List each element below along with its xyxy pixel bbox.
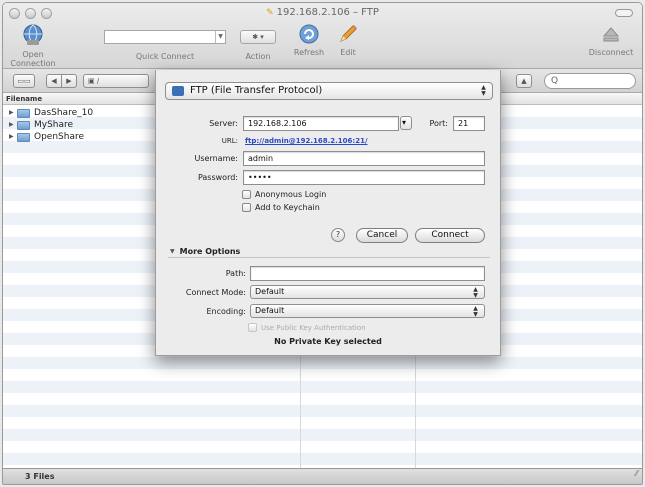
- folder-icon: [17, 108, 30, 118]
- list-item[interactable]: ▶ MyShare: [9, 119, 73, 131]
- folder-icon: ▣: [88, 77, 95, 85]
- connect-mode-label: Connect Mode:: [185, 288, 246, 297]
- toolbar: ✎ 192.168.2.106 – FTP Open Connection ▼ Q…: [3, 3, 642, 69]
- toolbar-toggle-button[interactable]: [615, 9, 633, 17]
- divider: [168, 257, 490, 258]
- search-icon: Q: [551, 76, 559, 86]
- quick-connect: ▼ Quick Connect: [101, 23, 229, 61]
- anonymous-login-checkbox[interactable]: Anonymous Login: [242, 190, 326, 199]
- add-to-keychain-checkbox[interactable]: Add to Keychain: [242, 203, 320, 212]
- more-options-toggle[interactable]: ▼ More Options: [170, 247, 240, 256]
- url-link[interactable]: ftp://admin@192.168.2.106:21/: [245, 137, 368, 145]
- upload-icon: ▲: [521, 77, 527, 85]
- eject-icon: [602, 27, 620, 42]
- connect-mode-select[interactable]: Default ▲ ▼: [250, 285, 485, 299]
- gear-icon: ✱ ▾: [240, 30, 276, 44]
- path-field[interactable]: [250, 266, 485, 281]
- password-field[interactable]: •••••: [243, 170, 485, 185]
- status-bar: 3 Files ⁄⁄: [3, 468, 642, 484]
- refresh-icon: [299, 24, 319, 44]
- upload-button[interactable]: ▲: [516, 74, 532, 88]
- select-arrows-icon: ▲ ▼: [481, 84, 486, 97]
- cancel-button[interactable]: Cancel: [356, 228, 408, 243]
- checkbox-icon: [248, 323, 257, 332]
- server-label: Server:: [209, 119, 238, 128]
- username-label: Username:: [194, 154, 238, 163]
- encoding-select[interactable]: Default ▲ ▼: [250, 304, 485, 318]
- private-key-status: No Private Key selected: [274, 337, 382, 346]
- folder-icon: [17, 132, 30, 142]
- ftp-window: ✎ 192.168.2.106 – FTP Open Connection ▼ Q…: [2, 2, 643, 485]
- encoding-label: Encoding:: [206, 307, 246, 316]
- forward-button[interactable]: ▶: [61, 74, 77, 88]
- back-button[interactable]: ◀: [46, 74, 62, 88]
- disclosure-triangle-icon[interactable]: ▶: [9, 107, 17, 119]
- resize-grip-icon[interactable]: ⁄⁄: [635, 466, 638, 481]
- edit-button[interactable]: Edit: [331, 23, 365, 57]
- path-label: Path:: [225, 269, 246, 278]
- action-button[interactable]: ✱ ▾ Action: [235, 23, 281, 61]
- disclosure-triangle-icon[interactable]: ▶: [9, 131, 17, 143]
- question-icon: ?: [335, 230, 341, 239]
- connect-button[interactable]: Connect: [415, 228, 485, 243]
- connection-dialog: FTP (File Transfer Protocol) ▲ ▼ Server: …: [155, 70, 501, 356]
- checkbox-icon: [242, 190, 251, 199]
- columns-icon: ▭▭: [17, 77, 31, 85]
- server-field[interactable]: 192.168.2.106: [243, 116, 399, 131]
- disconnect-button[interactable]: Disconnect: [586, 23, 636, 57]
- globe-icon: [23, 24, 43, 45]
- password-label: Password:: [197, 173, 238, 182]
- window-title: ✎ 192.168.2.106 – FTP: [266, 7, 379, 18]
- disclosure-triangle-icon: ▼: [170, 248, 175, 255]
- view-toggle-button[interactable]: ▭▭: [13, 74, 35, 88]
- chevron-down-icon: ▾: [402, 118, 407, 127]
- help-button[interactable]: ?: [331, 228, 345, 242]
- chevron-down-icon[interactable]: ▼: [215, 31, 225, 43]
- pencil-icon: [340, 25, 357, 42]
- server-history-popup[interactable]: ▾: [400, 116, 412, 130]
- port-field[interactable]: 21: [453, 116, 485, 131]
- disclosure-triangle-icon[interactable]: ▶: [9, 119, 17, 131]
- forward-arrow-icon: ▶: [66, 77, 72, 85]
- list-item[interactable]: ▶ DasShare_10: [9, 107, 93, 119]
- quick-connect-input[interactable]: ▼: [104, 30, 226, 44]
- search-input[interactable]: Q: [544, 73, 636, 89]
- pencil-icon: ✎: [266, 8, 274, 18]
- refresh-button[interactable]: Refresh: [291, 23, 327, 57]
- checkbox-icon: [242, 203, 251, 212]
- select-arrows-icon: ▲ ▼: [473, 305, 478, 318]
- list-item[interactable]: ▶ OpenShare: [9, 131, 84, 143]
- select-arrows-icon: ▲ ▼: [473, 286, 478, 299]
- back-arrow-icon: ◀: [51, 77, 57, 85]
- folder-icon: [17, 120, 30, 130]
- url-label: URL:: [221, 137, 238, 145]
- username-field[interactable]: admin: [243, 151, 485, 166]
- public-key-checkbox: Use Public Key Authentication: [248, 323, 366, 332]
- protocol-select[interactable]: FTP (File Transfer Protocol) ▲ ▼: [165, 82, 493, 100]
- path-popup[interactable]: ▣ /: [83, 74, 149, 88]
- ftp-icon: [172, 86, 184, 96]
- open-connection-button[interactable]: Open Connection: [9, 23, 57, 68]
- port-label: Port:: [429, 119, 448, 128]
